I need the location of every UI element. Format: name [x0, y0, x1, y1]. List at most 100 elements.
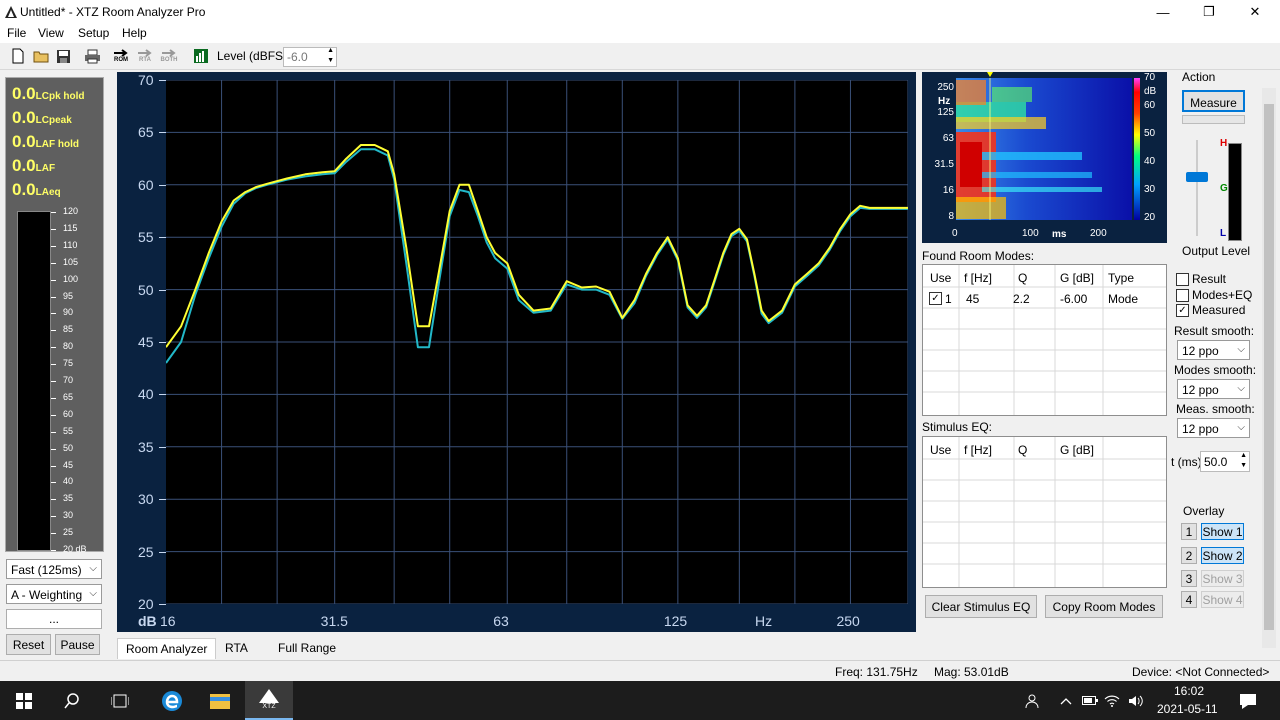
spectrogram-y-label: 8 [948, 211, 954, 222]
meter-scale-label: 45 [63, 459, 74, 470]
meter-scale-tick [51, 397, 56, 399]
tab-room-analyzer[interactable]: Room Analyzer [117, 638, 217, 659]
menu-help[interactable]: Help [122, 26, 147, 40]
time-marker-icon[interactable] [987, 72, 993, 77]
spin-up-icon[interactable]: ▲ [327, 47, 334, 54]
people-icon[interactable] [1010, 681, 1058, 720]
show-1-button[interactable]: Show 1 [1201, 523, 1244, 540]
file-explorer-icon[interactable] [196, 681, 244, 720]
y-tick-mark [159, 446, 166, 448]
column-header[interactable]: Type [1108, 271, 1134, 285]
search-icon[interactable] [48, 681, 96, 720]
restore-button[interactable]: ❐ [1186, 0, 1232, 24]
save-icon[interactable] [53, 46, 73, 66]
xtz-app-icon[interactable]: XTZ [245, 681, 293, 720]
edge-browser-icon[interactable] [148, 681, 196, 720]
result-smooth-select[interactable]: 12 ppo ⌵ [1177, 340, 1250, 360]
level-spinbox[interactable]: -6.0 ▲ ▼ [283, 47, 337, 67]
clock-time[interactable]: 16:02 [1174, 684, 1204, 698]
modes-eq-checkbox[interactable] [1176, 289, 1189, 302]
meter-label: LCpeak [35, 115, 72, 126]
mode-use-checkbox[interactable]: ✓ [929, 292, 942, 305]
result-checkbox[interactable] [1176, 273, 1189, 286]
column-header[interactable]: Use [930, 443, 951, 457]
chevron-up-icon[interactable] [1054, 681, 1078, 720]
column-header[interactable]: Q [1018, 271, 1027, 285]
reset-button[interactable]: Reset [6, 634, 51, 655]
t-ms-spinbox[interactable]: 50.0 ▲ ▼ [1200, 451, 1250, 472]
column-header[interactable]: Use [930, 271, 951, 285]
spectrogram-canvas[interactable] [922, 72, 1167, 243]
speed-select[interactable]: Fast (125ms) ⌵ [6, 559, 102, 579]
meter-scale-tick [51, 533, 56, 535]
show-4-button[interactable]: Show 4 [1201, 591, 1244, 608]
y-tick-label: 30 [138, 491, 154, 508]
y-tick-label: 70 [138, 72, 154, 88]
new-file-icon[interactable] [8, 46, 28, 66]
stimulus-eq-table[interactable]: Use f [Hz] Q G [dB] [922, 436, 1167, 588]
column-header[interactable]: Q [1018, 443, 1027, 457]
measure-button[interactable]: Measure [1182, 90, 1245, 112]
chevron-down-icon: ⌵ [89, 588, 97, 599]
menu-view[interactable]: View [38, 26, 64, 40]
minimize-button[interactable]: — [1140, 0, 1186, 24]
rta-mode-button[interactable]: RTA [135, 46, 155, 66]
show-2-button[interactable]: Show 2 [1201, 547, 1244, 564]
rom-mode-button[interactable]: ROM [111, 46, 131, 66]
room-modes-table[interactable]: Use f [Hz] Q G [dB] Type ✓ 1 45 2.2 -6.0… [922, 264, 1167, 416]
battery-icon[interactable] [1078, 681, 1102, 720]
meter-value: 0.0 [12, 108, 36, 127]
vertical-scrollbar[interactable] [1262, 88, 1276, 648]
show-3-button[interactable]: Show 3 [1201, 570, 1244, 587]
meter-label: LAF hold [35, 139, 79, 150]
print-icon[interactable] [82, 46, 102, 66]
modes-smooth-select[interactable]: 12 ppo ⌵ [1177, 379, 1250, 399]
mode-frequency: 45 [966, 292, 980, 306]
spectrogram-y-label: 125 [937, 107, 954, 118]
meter-row: 0.0LCpk hold [12, 84, 85, 104]
clock-date[interactable]: 2021-05-11 [1157, 702, 1218, 716]
meter-scale-tick [51, 228, 56, 230]
task-view-icon[interactable] [96, 681, 144, 720]
overlay-2-button[interactable]: 2 [1181, 547, 1197, 564]
volume-icon[interactable] [1124, 681, 1148, 720]
t-ms-value: 50.0 [1204, 455, 1228, 469]
scrollbar-thumb[interactable] [1264, 104, 1274, 630]
spin-down-icon[interactable]: ▼ [1240, 462, 1247, 469]
column-header[interactable]: G [dB] [1060, 443, 1094, 457]
both-mode-button[interactable]: BOTH [159, 46, 179, 66]
meter-scale-tick [51, 550, 56, 551]
progress-bar [1182, 115, 1245, 124]
overlay-3-button[interactable]: 3 [1181, 570, 1197, 587]
column-header[interactable]: G [dB] [1060, 271, 1094, 285]
open-folder-icon[interactable] [31, 46, 51, 66]
column-header[interactable]: f [Hz] [964, 271, 992, 285]
meter-scale-tick [51, 414, 56, 416]
column-header[interactable]: f [Hz] [964, 443, 992, 457]
copy-room-modes-button[interactable]: Copy Room Modes [1045, 595, 1163, 618]
meas-smooth-select[interactable]: 12 ppo ⌵ [1177, 418, 1250, 438]
clear-stimulus-eq-button[interactable]: Clear Stimulus EQ [925, 595, 1037, 618]
frequency-response-plot[interactable] [166, 80, 908, 604]
wifi-icon[interactable] [1100, 681, 1124, 720]
measured-checkbox[interactable]: ✓ [1176, 304, 1189, 317]
spin-up-icon[interactable]: ▲ [1240, 452, 1247, 459]
menu-file[interactable]: File [7, 26, 26, 40]
meter-scale-tick [51, 245, 56, 247]
output-level-slider[interactable] [1186, 172, 1208, 182]
weighting-select[interactable]: A - Weighting ⌵ [6, 584, 102, 604]
notifications-icon[interactable] [1224, 681, 1272, 720]
spin-down-icon[interactable]: ▼ [327, 57, 334, 64]
tab-full-range[interactable]: Full Range [270, 638, 344, 658]
menu-setup[interactable]: Setup [78, 26, 109, 40]
overlay-1-button[interactable]: 1 [1181, 523, 1197, 540]
ellipsis-button[interactable]: ... [6, 609, 102, 629]
color-scale-label: 60 [1144, 100, 1156, 111]
modes-eq-label: Modes+EQ [1192, 288, 1253, 302]
pause-button[interactable]: Pause [55, 634, 100, 655]
overlay-4-button[interactable]: 4 [1181, 591, 1197, 608]
y-tick-mark [159, 551, 166, 553]
windows-start-icon[interactable] [0, 681, 48, 720]
close-button[interactable]: ✕ [1232, 0, 1278, 24]
tab-rta[interactable]: RTA [217, 638, 256, 658]
